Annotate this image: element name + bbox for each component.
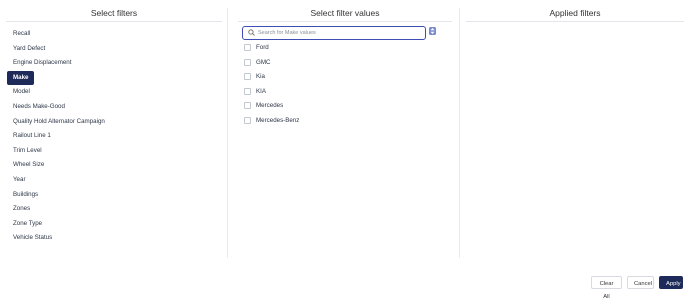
filter-item[interactable]: Railout Line 1 <box>7 129 57 143</box>
filter-item[interactable]: Buildings <box>7 188 44 202</box>
filter-item[interactable]: Make <box>7 70 35 85</box>
search-icon <box>248 29 255 36</box>
divider <box>6 21 222 22</box>
filter-item[interactable]: Quality Hold Alternator Campaign <box>7 115 111 129</box>
filter-item[interactable]: Yard Defect <box>7 42 51 56</box>
search-input[interactable] <box>258 27 418 39</box>
applied-filters-panel: Applied filters <box>466 0 684 258</box>
select-filter-values-panel: Select filter values Ford GMC Kia KIA Merced… <box>238 0 452 258</box>
search-field[interactable] <box>242 26 426 40</box>
sort-button[interactable] <box>429 27 436 35</box>
panel-separator <box>459 8 460 258</box>
divider <box>238 21 452 22</box>
panel-separator <box>227 8 228 258</box>
value-label: GMC <box>256 58 271 66</box>
filter-item[interactable]: Trim Level <box>7 144 48 158</box>
value-label: Ford <box>256 44 269 51</box>
checkbox[interactable] <box>244 73 251 81</box>
select-filters-panel: Select filters Recall Yard Defect Engine D… <box>6 0 222 258</box>
apply-button[interactable]: Apply <box>659 276 683 289</box>
filter-item[interactable]: Engine Displacement <box>7 56 77 70</box>
filter-item[interactable]: Model <box>7 85 36 99</box>
divider <box>466 21 684 22</box>
applied-filters-title: Applied filters <box>549 8 601 18</box>
sort-icon <box>430 28 435 34</box>
filter-item[interactable]: Needs Make-Good <box>7 100 71 114</box>
filter-item[interactable]: Recall <box>7 27 36 41</box>
checkbox[interactable] <box>244 58 251 66</box>
checkbox[interactable] <box>244 102 251 110</box>
clear-all-button[interactable]: Clear All <box>591 276 622 300</box>
value-label: Mercedes <box>256 102 284 110</box>
checkbox[interactable] <box>244 117 251 124</box>
filter-item[interactable]: Vehicle Status <box>7 231 58 245</box>
filter-item[interactable]: Year <box>7 173 32 187</box>
checkbox[interactable] <box>244 87 251 95</box>
checkbox[interactable] <box>244 44 251 51</box>
select-filters-title: Select filters <box>90 8 138 18</box>
value-label: KIA <box>256 87 266 95</box>
cancel-button[interactable]: Cancel <box>627 276 654 289</box>
filter-item[interactable]: Zone Type <box>7 217 48 231</box>
filter-item[interactable]: Zones <box>7 202 36 216</box>
value-label: Kia <box>256 73 265 81</box>
value-label: Mercedes-Benz <box>256 117 300 124</box>
filter-item[interactable]: Wheel Size <box>7 158 50 172</box>
select-filter-values-title: Select filter values <box>310 8 380 18</box>
